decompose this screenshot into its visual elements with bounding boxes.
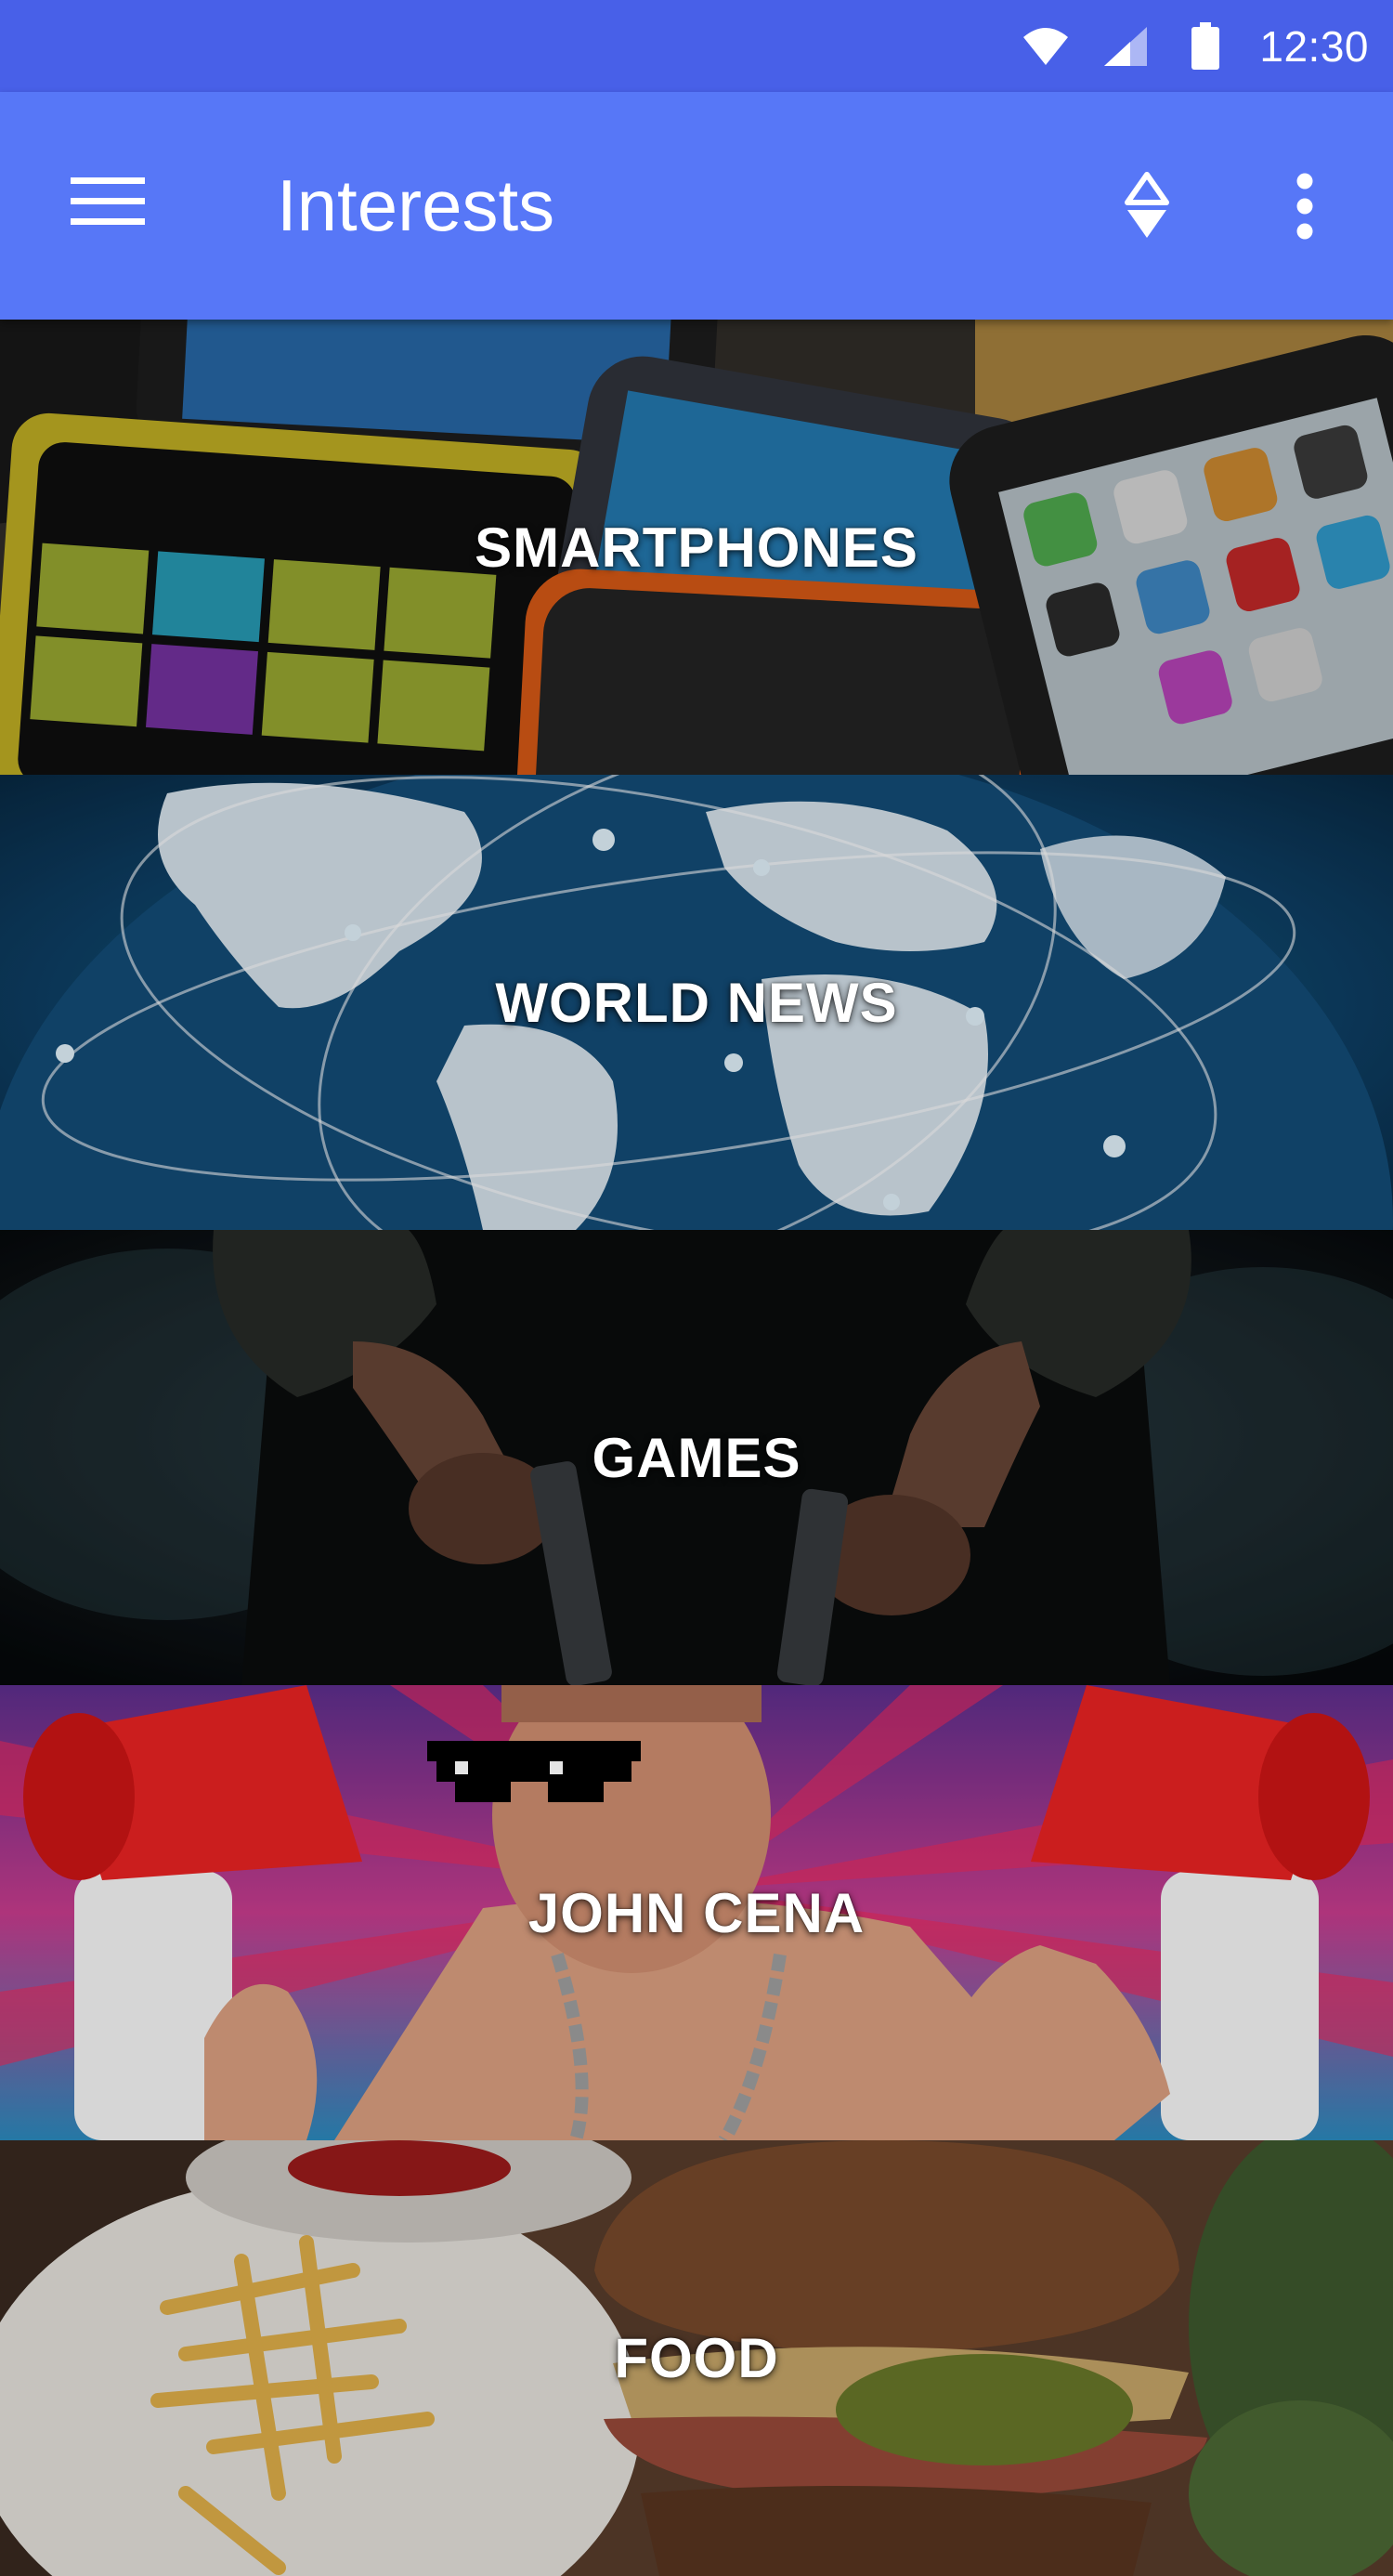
interests-screen: 12:30 Interests SMARTPHONES WORLD NEWS G…: [0, 0, 1393, 2576]
status-bar: 12:30: [0, 0, 1393, 92]
interests-list: SMARTPHONES WORLD NEWS GAMES JOHN CENA F…: [0, 320, 1393, 2576]
interest-label: WORLD NEWS: [495, 971, 898, 1034]
wifi-icon: [1020, 20, 1072, 72]
more-vert-icon: [1295, 173, 1314, 244]
app-bar: Interests: [0, 92, 1393, 320]
menu-icon: [71, 176, 145, 232]
interest-tile-world-news[interactable]: WORLD NEWS: [0, 775, 1393, 1230]
interest-tile-smartphones[interactable]: SMARTPHONES: [0, 320, 1393, 775]
interest-label: FOOD: [614, 2327, 779, 2389]
interest-tile-games[interactable]: GAMES: [0, 1230, 1393, 1685]
interest-label: JOHN CENA: [527, 1881, 866, 1944]
cell-signal-icon: [1100, 20, 1152, 72]
interest-tile-food[interactable]: FOOD: [0, 2140, 1393, 2576]
status-time: 12:30: [1259, 21, 1369, 71]
more-options-button[interactable]: [1254, 157, 1356, 259]
sort-button[interactable]: [1096, 157, 1198, 259]
battery-icon: [1179, 20, 1231, 72]
menu-button[interactable]: [52, 157, 163, 250]
interest-label: SMARTPHONES: [475, 516, 918, 579]
sort-icon: [1124, 171, 1170, 246]
page-title: Interests: [277, 164, 555, 246]
interest-label: GAMES: [592, 1426, 801, 1489]
interest-tile-john-cena[interactable]: JOHN CENA: [0, 1685, 1393, 2140]
